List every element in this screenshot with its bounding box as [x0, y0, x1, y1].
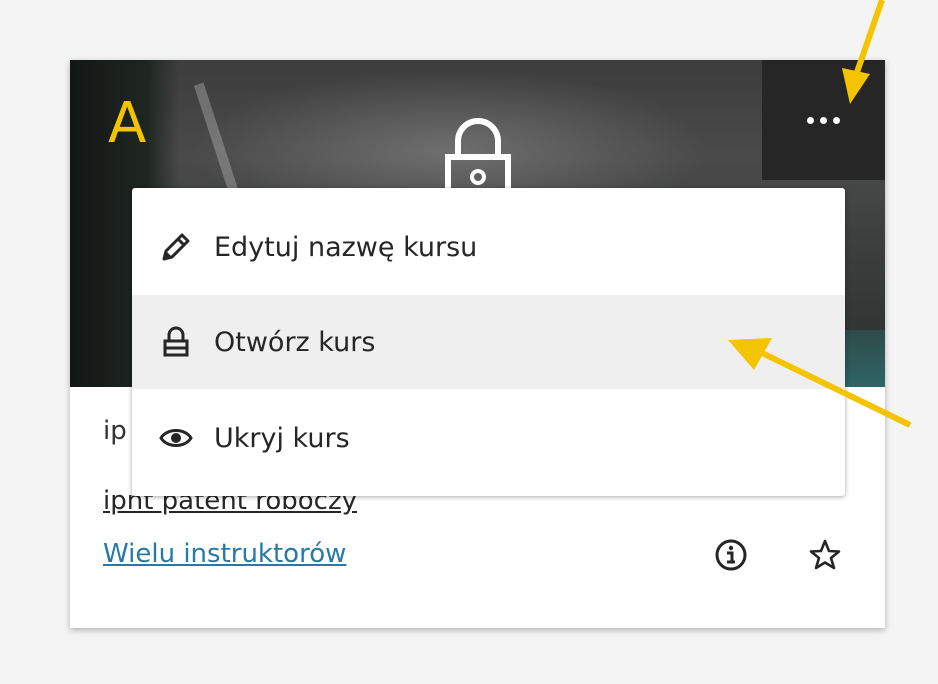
menu-item-label: Edytuj nazwę kursu — [214, 231, 478, 263]
favorite-star-icon[interactable] — [808, 538, 842, 572]
menu-item-edit-course-name[interactable]: Edytuj nazwę kursu — [132, 200, 845, 294]
locked-course-lock-icon — [436, 115, 520, 200]
annotation-letter-a: A — [108, 91, 147, 156]
eye-icon — [158, 420, 194, 456]
pencil-icon — [158, 229, 194, 265]
menu-item-label: Otwórz kurs — [214, 326, 376, 358]
info-icon[interactable] — [714, 538, 748, 572]
menu-item-label: Ukryj kurs — [214, 422, 350, 454]
annotation-arrow-bottom — [728, 338, 912, 428]
lock-icon — [158, 324, 194, 360]
multiple-instructors-link[interactable]: Wielu instruktorów — [103, 538, 346, 570]
course-title[interactable]: ip — [103, 415, 127, 447]
annotation-arrow-top — [842, 0, 885, 104]
